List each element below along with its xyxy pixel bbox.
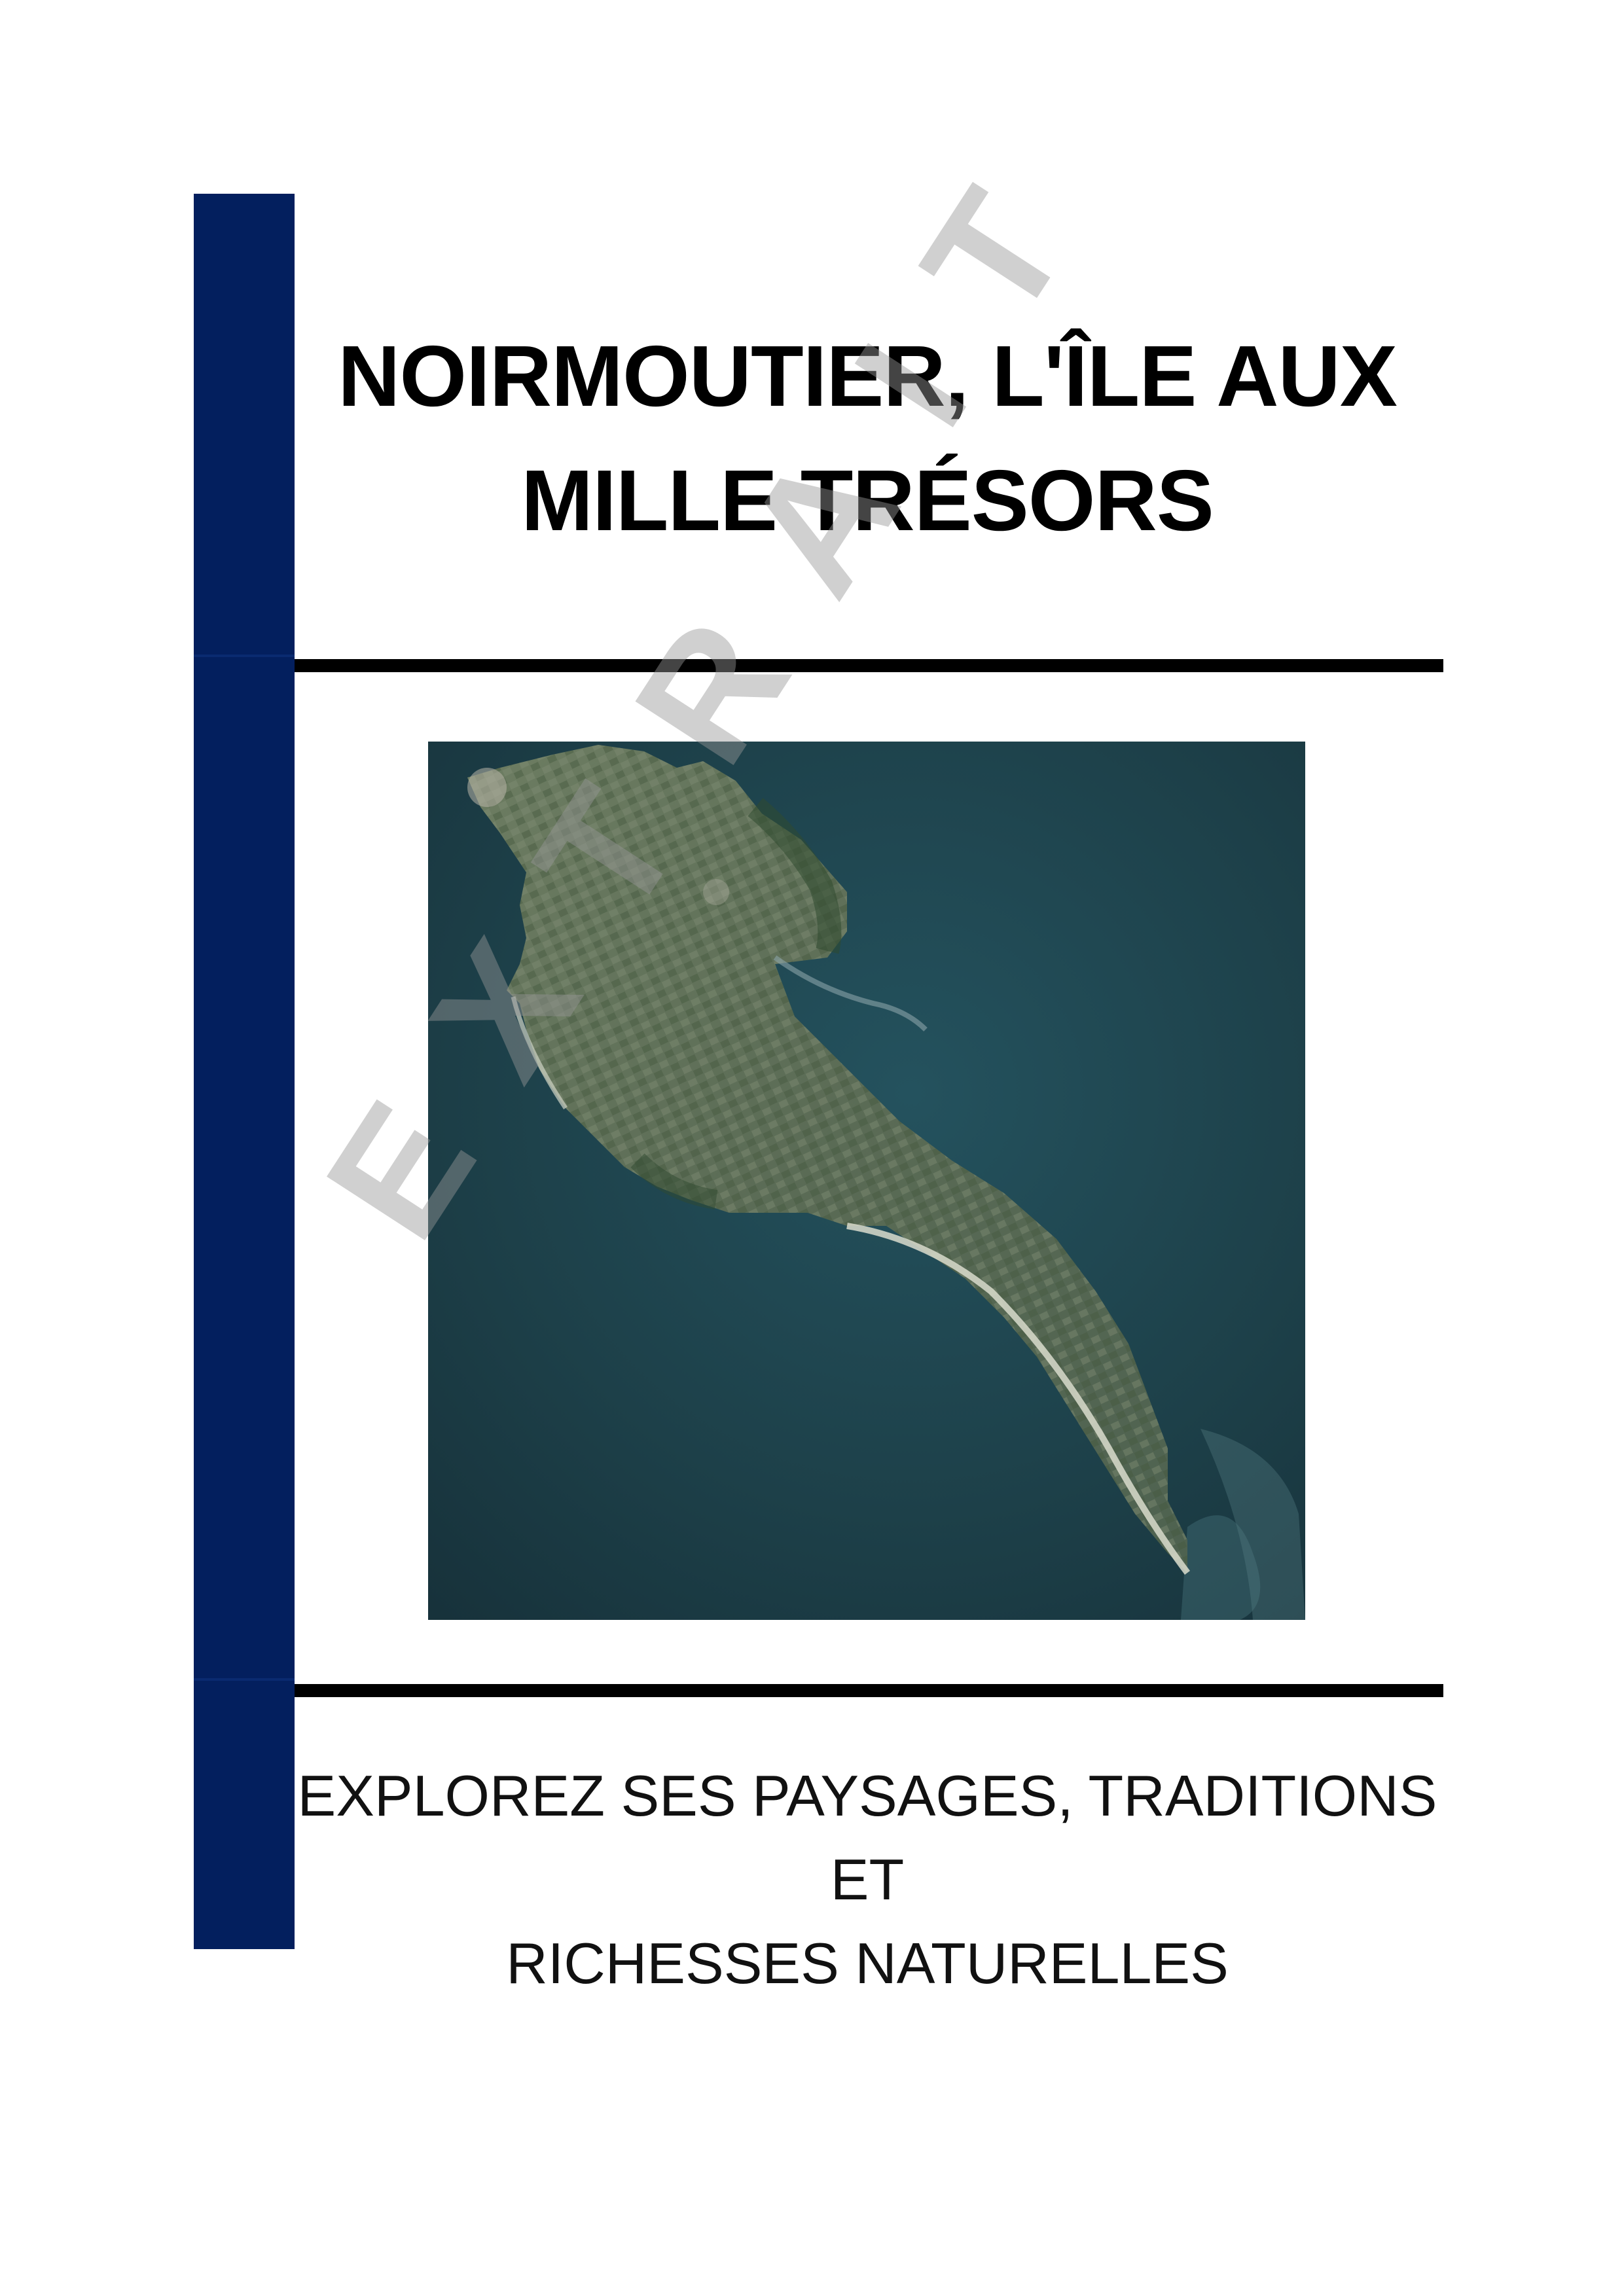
side-accent-bar (194, 194, 295, 1949)
bar-seam (194, 1678, 295, 1681)
bottom-divider (295, 1684, 1443, 1697)
document-title: NOIRMOUTIER, L'ÎLE AUX MILLE TRÉSORS (295, 314, 1440, 563)
title-line-2: MILLE TRÉSORS (521, 452, 1214, 548)
top-divider (295, 659, 1443, 672)
bar-seam (194, 655, 295, 657)
island-satellite-svg (428, 742, 1305, 1620)
subtitle-line-2: RICHESSES NATURELLES (506, 1931, 1229, 1996)
title-line-1: NOIRMOUTIER, L'ÎLE AUX (338, 328, 1398, 424)
subtitle-line-1: EXPLOREZ SES PAYSAGES, TRADITIONS ET (297, 1763, 1437, 1912)
document-subtitle: EXPLOREZ SES PAYSAGES, TRADITIONS ET RIC… (295, 1754, 1440, 2005)
island-satellite-image (428, 742, 1305, 1620)
